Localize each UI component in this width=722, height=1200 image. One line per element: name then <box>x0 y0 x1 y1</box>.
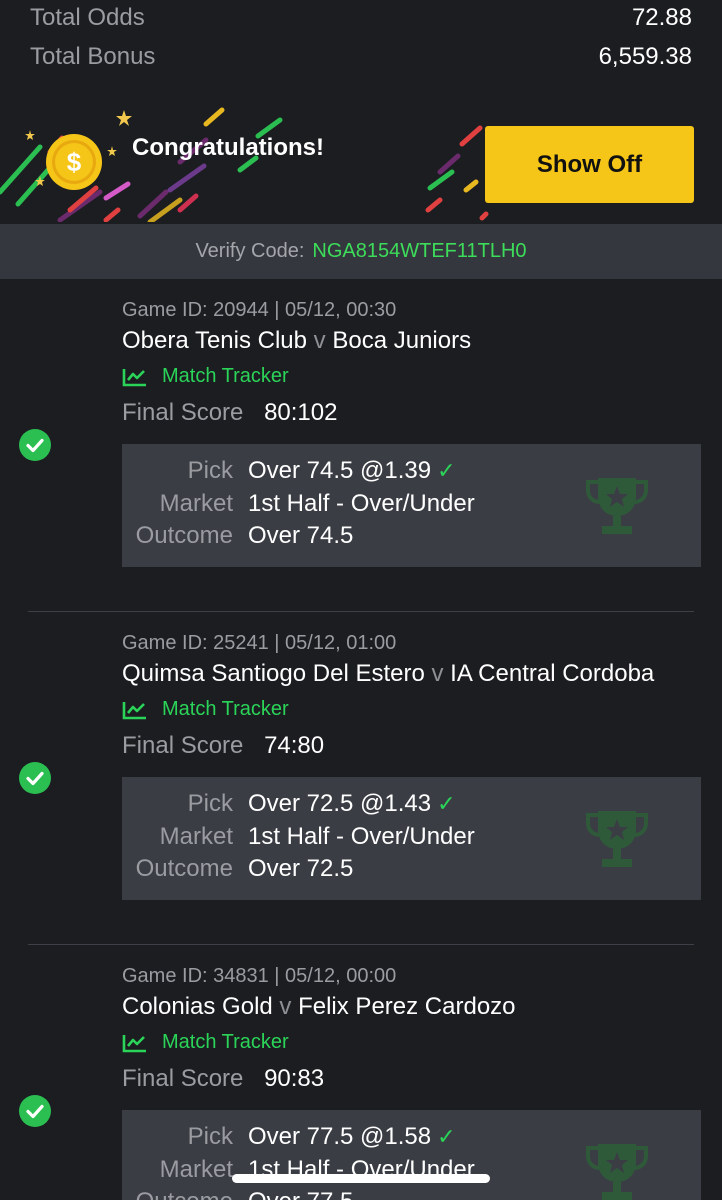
pick-value: Over 77.5 @1.58 <box>248 1123 432 1150</box>
match-tracker-label: Match Tracker <box>162 365 289 387</box>
check-circle-icon <box>19 762 51 794</box>
away-team: IA Central Cordoba <box>450 660 655 687</box>
game-id: Game ID: 34831 | 05/12, 00:00 <box>122 965 397 987</box>
match-teams: Quimsa Santiogo Del Estero v IA Central … <box>122 660 654 688</box>
match-tracker-link[interactable]: Match Tracker <box>122 1031 289 1054</box>
congratulations-banner: $ Congratulations! Show Off <box>0 92 722 222</box>
home-team: Colonias Gold <box>122 993 273 1020</box>
home-indicator[interactable] <box>232 1174 490 1183</box>
total-bonus-label: Total Bonus <box>30 43 156 70</box>
total-bonus-value: 6,559.38 <box>598 43 692 70</box>
versus-label: v <box>431 660 444 687</box>
check-circle-icon <box>19 429 51 461</box>
total-odds-label: Total Odds <box>30 4 145 31</box>
match-tracker-link[interactable]: Match Tracker <box>122 698 289 721</box>
bet-details-screen: Total Odds 72.88 Total Bonus 6,559.38 $ … <box>0 0 722 1200</box>
match-tracker-link[interactable]: Match Tracker <box>122 365 289 388</box>
trophy-icon <box>586 811 648 867</box>
final-score-label: Final Score <box>122 1065 244 1092</box>
home-team: Obera Tenis Club <box>122 327 307 354</box>
outcome-value: Over 77.5 <box>248 1188 353 1200</box>
game-id: Game ID: 25241 | 05/12, 01:00 <box>122 632 397 654</box>
total-odds-row: Total Odds 72.88 <box>30 0 692 36</box>
bet-item: Game ID: 25241 | 05/12, 01:00 Quimsa San… <box>0 612 722 945</box>
bet-item: Game ID: 20944 | 05/12, 00:30 Obera Teni… <box>0 279 722 612</box>
market-label: Market <box>159 1156 233 1183</box>
pick-value-wrap: Over 72.5 @1.43 ✓ <box>248 790 456 818</box>
final-score: Final Score 90:83 <box>122 1065 324 1093</box>
final-score-value: 90:83 <box>264 1065 325 1092</box>
congratulations-text: Congratulations! <box>132 134 324 161</box>
pick-details: Pick Over 72.5 @1.43 ✓ Market 1st Half - … <box>122 777 701 900</box>
final-score-value: 74:80 <box>264 732 325 759</box>
line-chart-icon <box>122 368 146 386</box>
market-value: 1st Half - Over/Under <box>248 490 475 517</box>
line-chart-icon <box>122 701 146 719</box>
total-odds-value: 72.88 <box>631 4 692 31</box>
total-bonus-row: Total Bonus 6,559.38 <box>30 39 692 75</box>
match-teams: Colonias Gold v Felix Perez Cardozo <box>122 993 516 1021</box>
pick-value: Over 72.5 @1.43 <box>248 790 432 817</box>
checkmark-icon: ✓ <box>437 458 456 483</box>
pick-label: Pick <box>187 790 233 817</box>
pick-value-wrap: Over 74.5 @1.39 ✓ <box>248 457 456 485</box>
outcome-label: Outcome <box>122 1188 233 1200</box>
versus-label: v <box>313 327 326 354</box>
svg-text:$: $ <box>67 147 82 177</box>
outcome-label: Outcome <box>135 855 233 882</box>
outcome-label: Outcome <box>135 522 233 549</box>
match-teams: Obera Tenis Club v Boca Juniors <box>122 327 471 355</box>
match-tracker-label: Match Tracker <box>162 698 289 720</box>
check-circle-icon <box>19 1095 51 1127</box>
home-team: Quimsa Santiogo Del Estero <box>122 660 425 687</box>
checkmark-icon: ✓ <box>437 1124 456 1149</box>
market-label: Market <box>159 823 233 850</box>
outcome-value: Over 74.5 <box>248 522 354 549</box>
pick-label: Pick <box>187 1123 233 1150</box>
line-chart-icon <box>122 1034 146 1052</box>
game-id: Game ID: 20944 | 05/12, 00:30 <box>122 299 397 321</box>
final-score-label: Final Score <box>122 399 244 426</box>
away-team: Boca Juniors <box>332 327 472 354</box>
verify-code-value[interactable]: NGA8154WTEF11TLH0 <box>312 240 526 263</box>
show-off-button[interactable]: Show Off <box>485 126 694 203</box>
final-score-value: 80:102 <box>264 399 338 426</box>
pick-details: Pick Over 74.5 @1.39 ✓ Market 1st Half - … <box>122 444 701 567</box>
final-score-label: Final Score <box>122 732 244 759</box>
pick-value: Over 74.5 @1.39 <box>248 457 432 484</box>
pick-details: Pick Over 77.5 @1.58 ✓ Market 1st Half - … <box>122 1110 701 1200</box>
bet-item: Game ID: 34831 | 05/12, 00:00 Colonias G… <box>0 945 722 1200</box>
market-value: 1st Half - Over/Under <box>248 823 475 850</box>
market-label: Market <box>159 490 233 517</box>
away-team: Felix Perez Cardozo <box>298 993 516 1020</box>
checkmark-icon: ✓ <box>437 791 456 816</box>
coin-icon: $ <box>46 134 102 190</box>
outcome-value: Over 72.5 <box>248 855 354 882</box>
pick-label: Pick <box>187 457 233 484</box>
final-score: Final Score 80:102 <box>122 399 337 427</box>
match-tracker-label: Match Tracker <box>162 1031 289 1053</box>
verify-code-label: Verify Code: <box>195 240 305 262</box>
pick-value-wrap: Over 77.5 @1.58 ✓ <box>248 1123 456 1151</box>
final-score: Final Score 74:80 <box>122 732 324 760</box>
versus-label: v <box>279 993 292 1020</box>
trophy-icon <box>586 1144 648 1200</box>
verify-code-bar: Verify Code: NGA8154WTEF11TLH0 <box>0 224 722 279</box>
trophy-icon <box>586 478 648 534</box>
